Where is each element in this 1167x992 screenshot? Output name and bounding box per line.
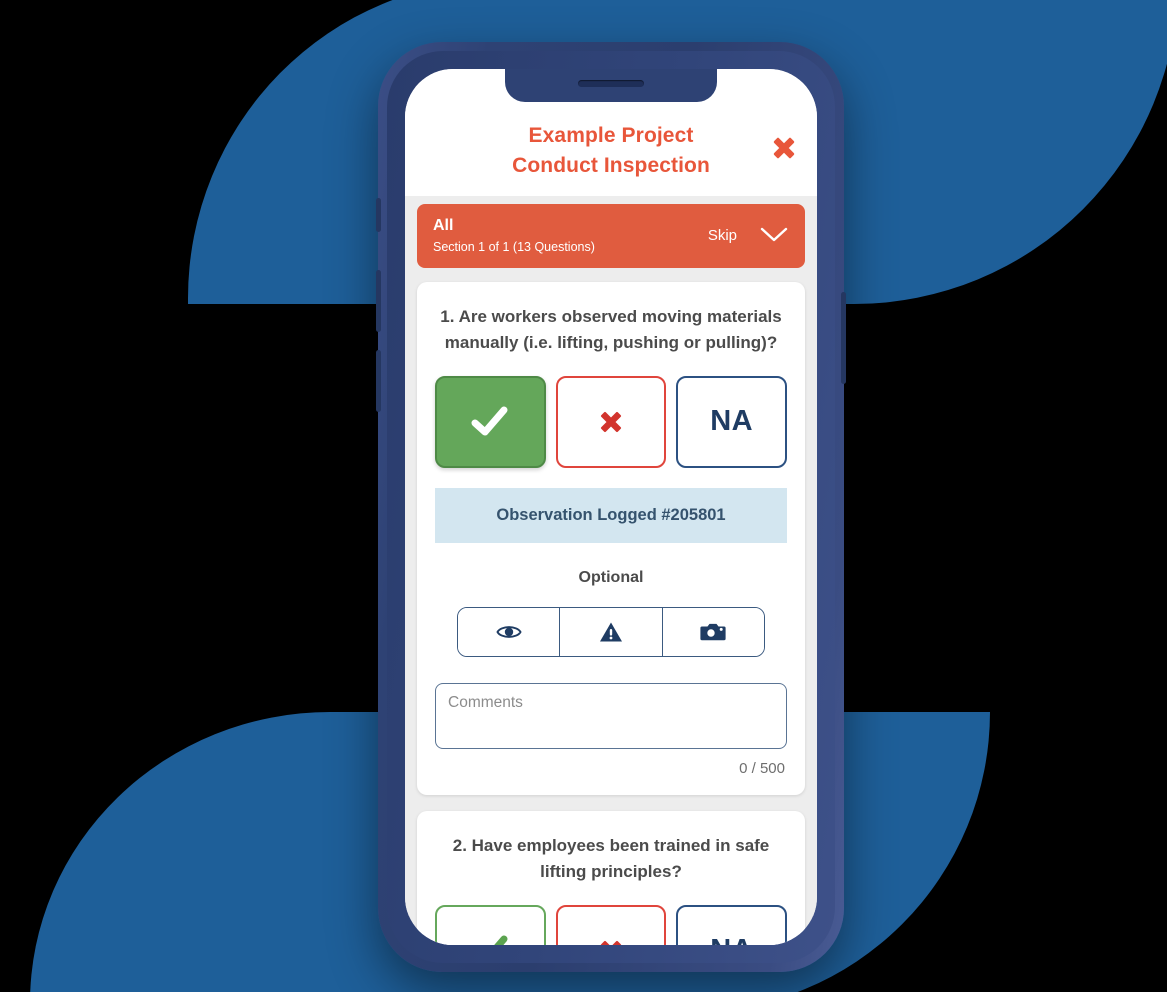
answer-na-button[interactable]: NA [676, 904, 788, 945]
add-photo-button[interactable] [662, 607, 764, 656]
eye-icon [496, 626, 522, 638]
cross-x-icon [600, 411, 622, 433]
phone-inner-bezel: Example Project Conduct Inspection All S… [387, 51, 835, 963]
page-title: Conduct Inspection [512, 154, 710, 178]
checkmark-icon [471, 406, 508, 436]
answer-na-button[interactable]: NA [676, 375, 788, 468]
phone-device-frame: Example Project Conduct Inspection All S… [376, 42, 846, 972]
warning-triangle-icon [599, 622, 622, 642]
answer-na-label: NA [710, 934, 753, 945]
phone-volume-up-button[interactable] [376, 270, 381, 332]
optional-actions-row [457, 606, 765, 657]
phone-volume-down-button[interactable] [376, 350, 381, 412]
section-name: All [433, 216, 454, 234]
comments-section: 0 / 500 [435, 682, 787, 777]
checkmark-icon [494, 935, 508, 945]
question-card: 1. Are workers observed moving materials… [417, 281, 805, 795]
comments-input[interactable] [435, 682, 787, 749]
project-title: Example Project [528, 124, 694, 147]
phone-earpiece-speaker [578, 80, 644, 87]
observation-logged-banner: Observation Logged #205801 [435, 487, 787, 543]
answer-na-label: NA [710, 405, 754, 438]
answer-button-row: NA [435, 375, 788, 468]
phone-power-button[interactable] [841, 292, 846, 384]
answer-no-button[interactable] [555, 904, 667, 945]
character-counter: 0 / 500 [739, 759, 785, 777]
chevron-down-icon[interactable] [759, 226, 789, 244]
question-card: 2. Have employees been trained in safe l… [417, 810, 805, 945]
answer-yes-button[interactable] [435, 375, 546, 468]
section-header-bar[interactable]: All Section 1 of 1 (13 Questions) Skip [417, 203, 805, 268]
optional-section-label: Optional [578, 568, 644, 586]
question-text: 2. Have employees been trained in safe l… [452, 835, 770, 881]
camera-icon [700, 624, 726, 641]
inspection-content-scroll[interactable]: All Section 1 of 1 (13 Questions) Skip 1… [405, 195, 817, 945]
section-actions: Skip [708, 226, 789, 244]
add-observation-button[interactable] [458, 607, 561, 656]
phone-screen: Example Project Conduct Inspection All S… [405, 69, 817, 945]
question-text: 1. Are workers observed moving materials… [440, 306, 782, 352]
skip-button[interactable]: Skip [708, 227, 737, 244]
phone-mute-switch[interactable] [376, 198, 381, 232]
close-icon[interactable] [767, 131, 801, 165]
add-hazard-button[interactable] [560, 607, 663, 656]
answer-button-row: NA [435, 904, 788, 945]
answer-yes-button[interactable] [435, 904, 546, 945]
cross-x-icon [600, 940, 622, 945]
screenshot-stage: Example Project Conduct Inspection All S… [0, 0, 1167, 992]
answer-no-button[interactable] [555, 375, 667, 468]
section-info: All Section 1 of 1 (13 Questions) [433, 216, 595, 255]
section-progress-text: Section 1 of 1 (13 Questions) [433, 239, 595, 254]
